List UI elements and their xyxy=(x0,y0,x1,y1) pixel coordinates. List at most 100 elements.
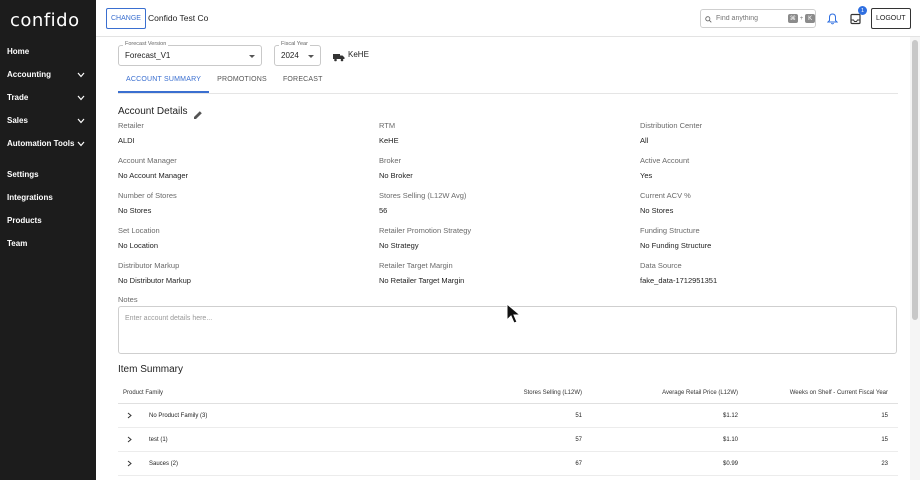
average-price-cell: $1.10 xyxy=(722,436,738,443)
stores-selling-cell: 57 xyxy=(575,436,582,443)
truck-icon xyxy=(333,49,345,67)
scrollbar-thumb[interactable] xyxy=(912,40,918,320)
fiscal-year-value: 2024 xyxy=(281,51,299,60)
column-header-product-family[interactable]: Product Family xyxy=(118,390,448,396)
change-company-button[interactable]: CHANGE xyxy=(106,8,146,29)
logout-button[interactable]: LOGOUT xyxy=(871,8,911,29)
sidebar-item-sales[interactable]: Sales xyxy=(0,109,96,132)
sidebar-item-trade[interactable]: Trade xyxy=(0,86,96,109)
sidebar-item-accounting[interactable]: Accounting xyxy=(0,63,96,86)
sidebar-item-label: Team xyxy=(7,239,28,248)
sidebar-item-team[interactable]: Team xyxy=(0,232,96,255)
product-family-name: No Product Family (3) xyxy=(149,412,208,419)
current-acv-label: Current ACV % xyxy=(640,191,691,200)
account-details-title: Account Details xyxy=(118,106,188,117)
chevron-down-icon xyxy=(76,70,86,80)
set-location-value: No Location xyxy=(118,241,159,250)
main-content: Forecast Version Forecast_V1 Fiscal Year… xyxy=(96,37,908,480)
sidebar-item-label: Settings xyxy=(7,170,39,179)
forecast-version-select[interactable]: Forecast Version Forecast_V1 xyxy=(118,41,262,66)
notes-label: Notes xyxy=(118,295,138,304)
sidebar-item-home[interactable]: Home xyxy=(0,40,96,63)
retailer-label: Retailer xyxy=(118,121,144,130)
product-family-cell: test (1) xyxy=(118,436,448,443)
sidebar: confido Home Accounting Trade Sales Auto… xyxy=(0,0,96,480)
broker-value: No Broker xyxy=(379,171,413,180)
tab-promotions[interactable]: PROMOTIONS xyxy=(209,75,275,93)
chevron-down-icon xyxy=(76,116,86,126)
product-family-name: test (1) xyxy=(149,436,168,443)
table-row[interactable]: test (1) 57 $1.10 15 xyxy=(118,428,898,452)
search-input[interactable] xyxy=(716,15,786,22)
chevron-right-icon[interactable] xyxy=(127,436,137,443)
inbox-icon[interactable] xyxy=(850,12,861,30)
brand-logo[interactable]: confido xyxy=(0,0,96,40)
sidebar-item-label: Integrations xyxy=(7,193,53,202)
chevron-right-icon[interactable] xyxy=(127,412,137,419)
table-row[interactable]: Sauces (2) 67 $0.99 23 xyxy=(118,452,898,476)
forecast-version-value: Forecast_V1 xyxy=(125,51,171,60)
tab-bar: ACCOUNT SUMMARY PROMOTIONS FORECAST xyxy=(118,75,331,93)
sidebar-item-label: Sales xyxy=(7,116,28,125)
chevron-down-icon xyxy=(76,93,86,103)
stores-selling-cell: 51 xyxy=(575,412,582,419)
distribution-center-value: All xyxy=(640,136,649,145)
sidebar-item-integrations[interactable]: Integrations xyxy=(0,186,96,209)
chevron-down-icon xyxy=(76,139,86,149)
weeks-on-shelf-cell: 15 xyxy=(881,436,888,443)
retailer-target-margin-label: Retailer Target Margin xyxy=(379,261,453,270)
stores-selling-cell: 67 xyxy=(575,460,582,467)
distributor-name: KeHE xyxy=(348,50,369,59)
number-of-stores-value: No Stores xyxy=(118,206,152,215)
table-header: Product Family Stores Selling (L12W) Ave… xyxy=(118,383,898,404)
caret-down-icon xyxy=(308,55,314,58)
table-row[interactable]: No Product Family (3) 51 $1.12 15 xyxy=(118,404,898,428)
tab-divider xyxy=(118,93,898,94)
forecast-version-label: Forecast Version xyxy=(123,41,169,47)
promotion-strategy-value: No Strategy xyxy=(379,241,419,250)
tab-forecast[interactable]: FORECAST xyxy=(275,75,331,93)
bell-icon[interactable] xyxy=(826,12,839,30)
sidebar-item-label: Accounting xyxy=(7,70,51,79)
sidebar-item-automation-tools[interactable]: Automation Tools xyxy=(0,132,96,155)
active-account-value: Yes xyxy=(640,171,653,180)
stores-selling-label: Stores Selling (L12W Avg) xyxy=(379,191,467,200)
stores-selling-value: 56 xyxy=(379,206,388,215)
number-of-stores-label: Number of Stores xyxy=(118,191,177,200)
sidebar-item-label: Products xyxy=(7,216,42,225)
product-family-cell: No Product Family (3) xyxy=(118,412,448,419)
data-source-value: fake_data-1712951351 xyxy=(640,276,718,285)
shortcut-key: ⌘ xyxy=(788,14,798,23)
sidebar-item-label: Trade xyxy=(7,93,29,102)
account-manager-label: Account Manager xyxy=(118,156,177,165)
sidebar-item-products[interactable]: Products xyxy=(0,209,96,232)
active-account-label: Active Account xyxy=(640,156,690,165)
shortcut-key: K xyxy=(805,14,815,23)
tab-account-summary[interactable]: ACCOUNT SUMMARY xyxy=(118,75,210,93)
broker-label: Broker xyxy=(379,156,402,165)
search-box[interactable]: ⌘ + K xyxy=(700,9,816,28)
pencil-icon[interactable] xyxy=(193,107,203,125)
current-acv-value: No Stores xyxy=(640,206,674,215)
chevron-right-icon[interactable] xyxy=(127,460,137,467)
mouse-pointer-icon xyxy=(506,302,522,330)
sidebar-item-label: Automation Tools xyxy=(7,139,75,148)
product-family-cell: Sauces (2) xyxy=(118,460,448,467)
column-header-stores-selling[interactable]: Stores Selling (L12W) xyxy=(448,390,582,396)
average-price-cell: $1.12 xyxy=(722,412,738,419)
data-source-label: Data Source xyxy=(640,261,682,270)
column-header-weeks-on-shelf[interactable]: Weeks on Shelf - Current Fiscal Year xyxy=(738,390,893,396)
rtm-value: KeHE xyxy=(379,136,399,145)
average-price-cell: $0.99 xyxy=(722,460,738,467)
fiscal-year-label: Fiscal Year xyxy=(279,41,310,47)
distributor-markup-value: No Distributor Markup xyxy=(118,276,191,285)
sidebar-item-settings[interactable]: Settings xyxy=(0,163,96,186)
distribution-center-label: Distribution Center xyxy=(640,121,703,130)
fiscal-year-select[interactable]: Fiscal Year 2024 xyxy=(274,41,321,66)
funding-structure-label: Funding Structure xyxy=(640,226,700,235)
search-icon xyxy=(705,10,712,28)
weeks-on-shelf-cell: 23 xyxy=(881,460,888,467)
set-location-label: Set Location xyxy=(118,226,160,235)
column-header-average-price[interactable]: Average Retail Price (L12W) xyxy=(582,390,738,396)
sidebar-item-label: Home xyxy=(7,47,30,56)
